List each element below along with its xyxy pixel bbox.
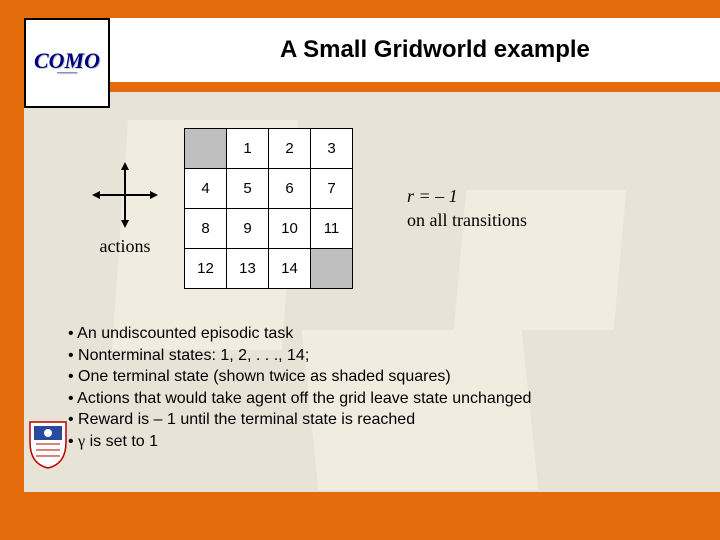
- como-logo: COMO ———: [24, 18, 110, 108]
- bullet-list: An undiscounted episodic taskNonterminal…: [68, 323, 700, 453]
- grid-cell: 2: [269, 129, 311, 169]
- gridworld-figure: 1234567891011121314: [184, 128, 353, 289]
- slide: A Small Gridworld example COMO ———: [0, 0, 720, 540]
- grid-cell: 8: [185, 209, 227, 249]
- frame-top: [0, 0, 720, 18]
- grid-cell: 14: [269, 249, 311, 289]
- grid-cell: 11: [311, 209, 353, 249]
- gamma-symbol: γ: [78, 433, 85, 450]
- grid-cell: 12: [185, 249, 227, 289]
- grid-cell: 7: [311, 169, 353, 209]
- grid-cell: 4: [185, 169, 227, 209]
- grid-cell: [185, 129, 227, 169]
- content-area: actions 1234567891011121314 r = – 1 on a…: [60, 108, 700, 480]
- grid-cell: 6: [269, 169, 311, 209]
- frame-left: [0, 0, 24, 540]
- grid-cell: [311, 249, 353, 289]
- bullet-item: Reward is – 1 until the terminal state i…: [68, 409, 700, 431]
- grid-cell: 3: [311, 129, 353, 169]
- title-bar: A Small Gridworld example: [110, 18, 720, 82]
- bullet-item: An undiscounted episodic task: [68, 323, 700, 345]
- frame-bottom: [0, 492, 720, 540]
- figure-row: actions 1234567891011121314 r = – 1 on a…: [90, 128, 700, 289]
- bullet-item: Actions that would take agent off the gr…: [68, 388, 700, 410]
- grid-cell: 5: [227, 169, 269, 209]
- compass-arrows-icon: [90, 160, 160, 230]
- bullet-item: γ is set to 1: [68, 431, 700, 453]
- gridworld-grid: 1234567891011121314: [184, 128, 353, 289]
- university-crest-icon: [28, 420, 68, 470]
- bullet-item: Nonterminal states: 1, 2, . . ., 14;: [68, 345, 700, 367]
- reward-text: on all transitions: [407, 209, 527, 232]
- actions-figure: actions: [90, 160, 160, 257]
- grid-cell: 1: [227, 129, 269, 169]
- reward-note: r = – 1 on all transitions: [407, 185, 527, 232]
- grid-cell: 13: [227, 249, 269, 289]
- grid-cell: 9: [227, 209, 269, 249]
- slide-title: A Small Gridworld example: [280, 36, 590, 64]
- reward-equation: r = – 1: [407, 186, 458, 206]
- grid-cell: 10: [269, 209, 311, 249]
- logo-main: COMO: [34, 48, 100, 73]
- actions-label: actions: [100, 236, 151, 257]
- bullet-item: One terminal state (shown twice as shade…: [68, 366, 700, 388]
